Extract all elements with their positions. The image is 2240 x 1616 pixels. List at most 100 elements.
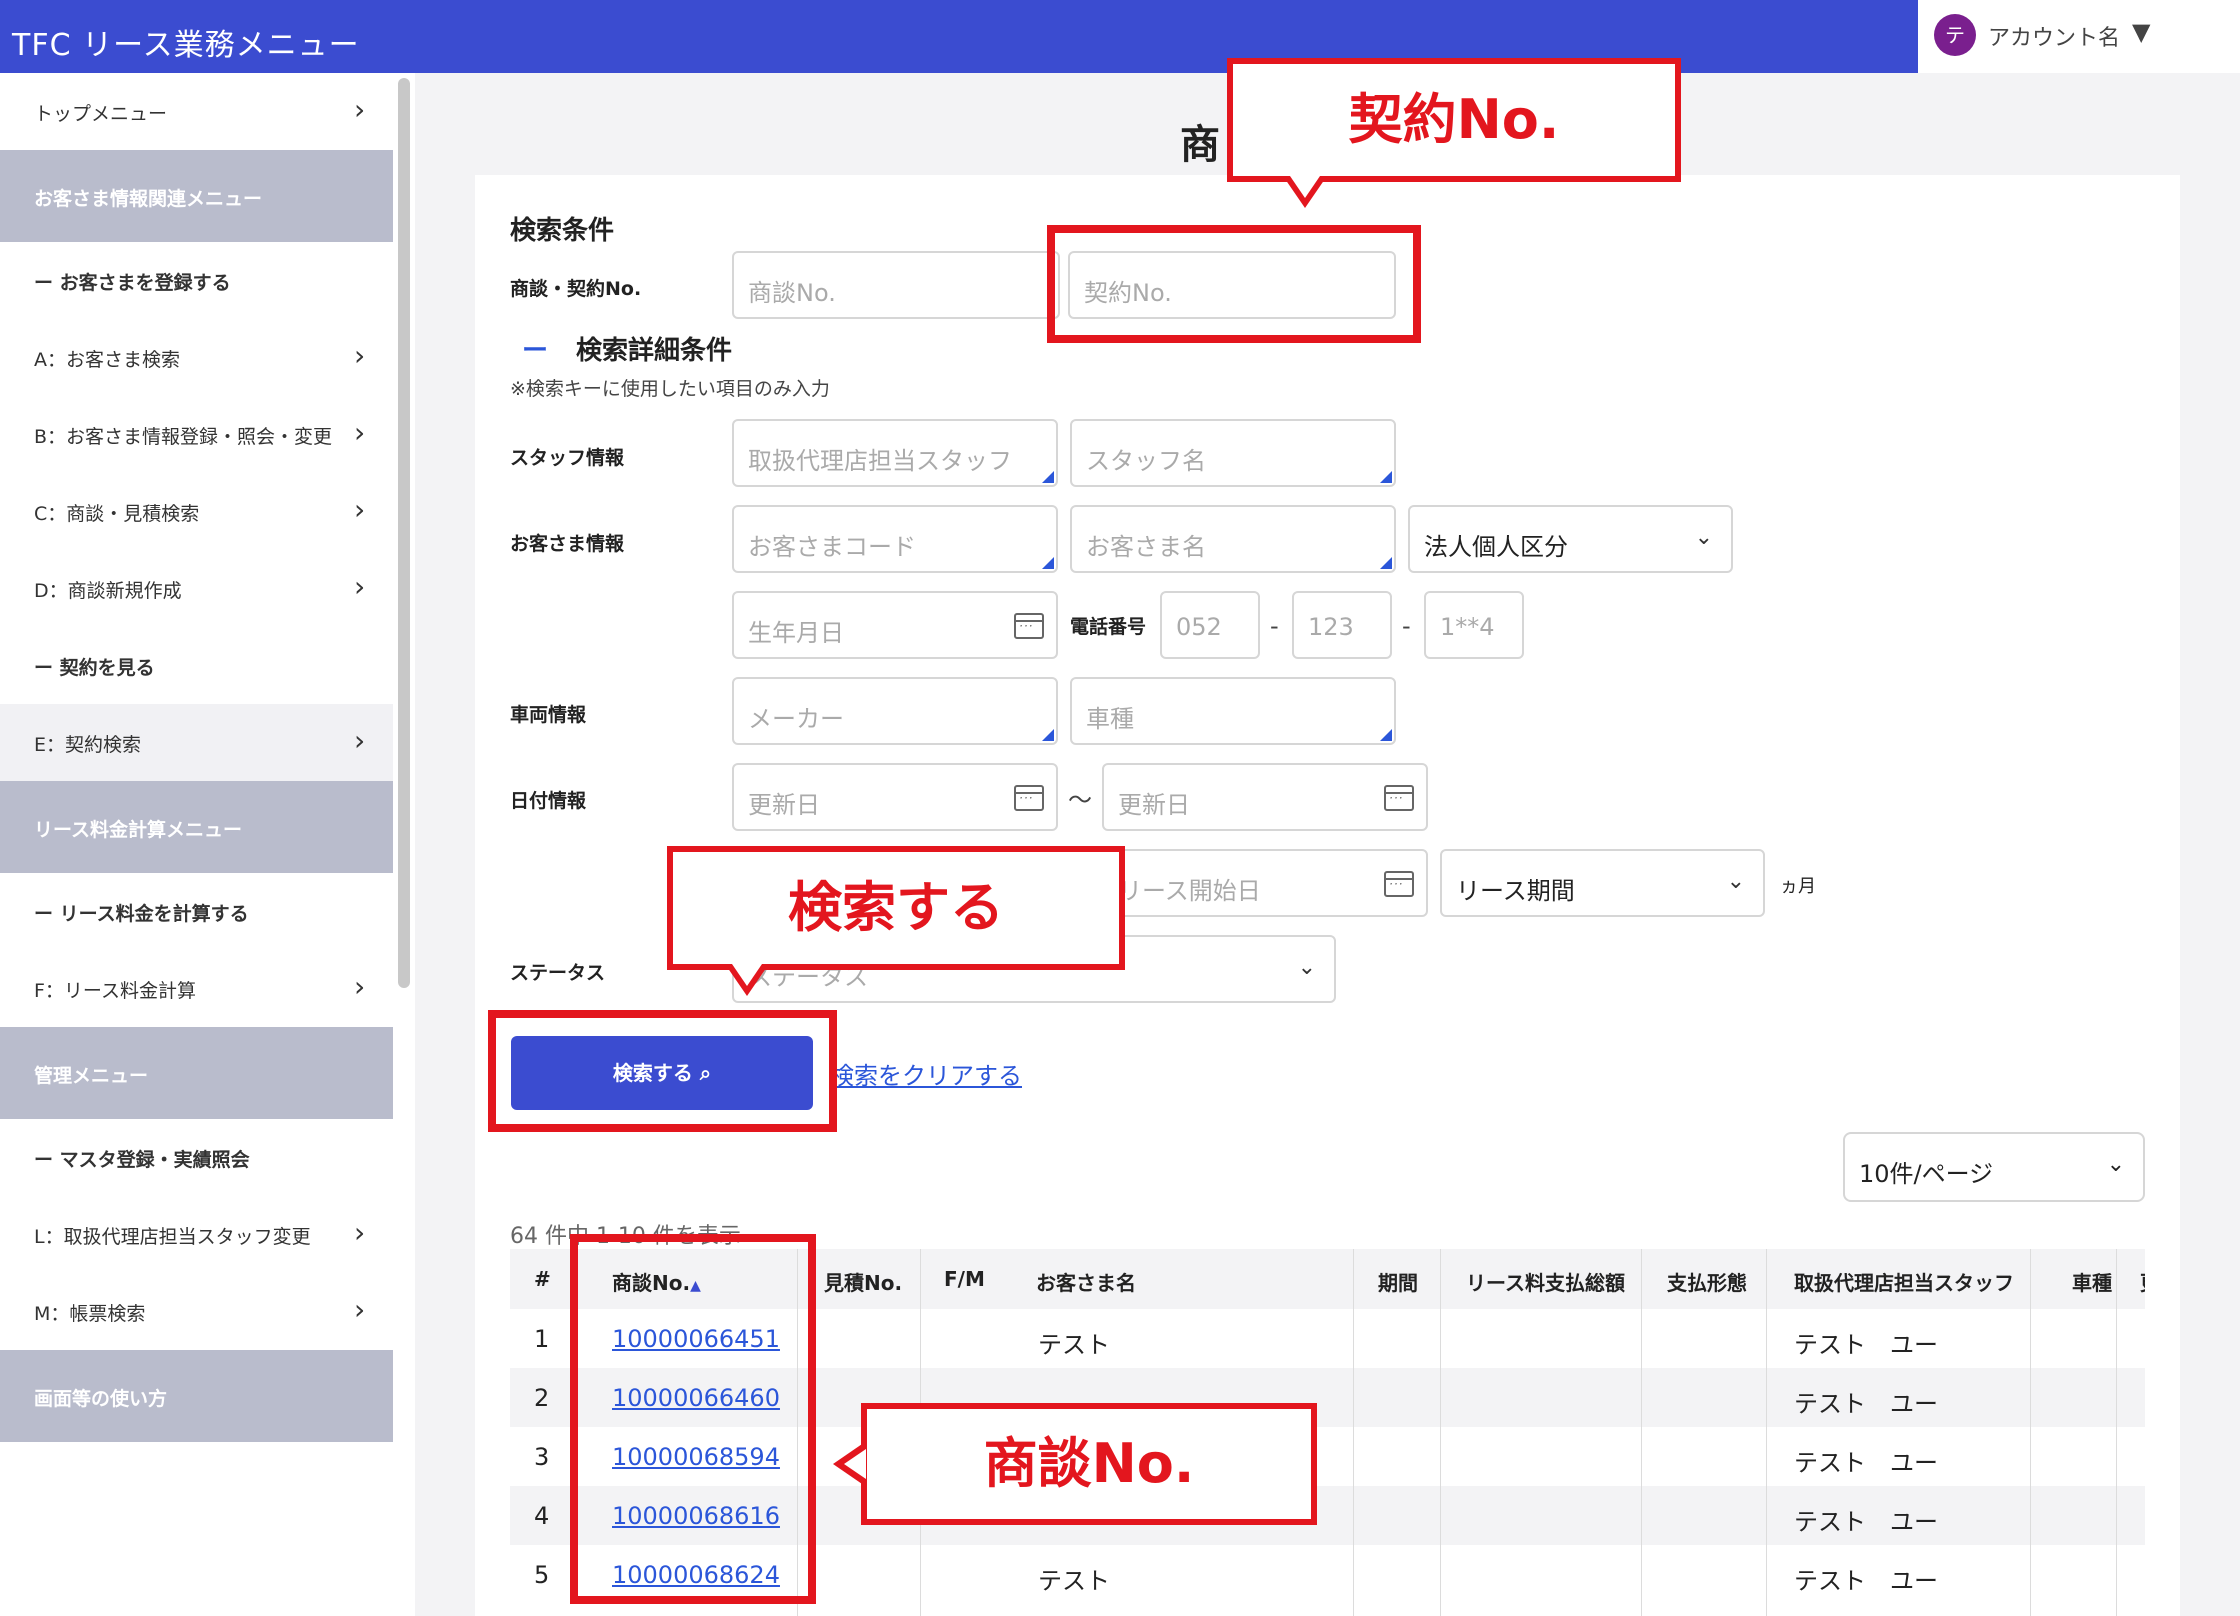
sidebar-scrollbar[interactable]	[398, 78, 410, 988]
sidebar-item-deal-search[interactable]: C：商談・見積検索 ›	[0, 473, 393, 550]
sidebar: トップメニュー › お客さま情報関連メニュー ー お客さまを登録する A：お客さ…	[0, 73, 393, 1453]
customer-name-input[interactable]: お客さま名	[1070, 505, 1396, 573]
deal-no-column-highlight	[570, 1234, 816, 1604]
sidebar-section-help[interactable]: 画面等の使い方	[0, 1350, 393, 1442]
chevron-right-icon: ›	[354, 339, 366, 372]
column-header-payment-type[interactable]: 支払形態	[1667, 1267, 1747, 1296]
sidebar-item-customer-search[interactable]: A：お客さま検索 ›	[0, 319, 393, 396]
phone-part3-input[interactable]: 1**4	[1424, 591, 1524, 659]
chevron-down-icon: ⌄	[1726, 869, 1745, 894]
update-to-placeholder: 更新日	[1118, 791, 1190, 819]
chevron-down-icon: ⌄	[2106, 1152, 2125, 1177]
agent-staff-cell: テスト ユー	[1794, 1567, 1938, 1595]
app-title: TFC リース業務メニュー	[12, 28, 360, 63]
model-input[interactable]: 車種	[1070, 677, 1396, 745]
avatar: テ	[1934, 14, 1976, 56]
column-header-period[interactable]: 期間	[1378, 1267, 1418, 1296]
corp-type-value: 法人個人区分	[1424, 533, 1568, 561]
column-divider	[1641, 1249, 1642, 1616]
column-divider	[2030, 1249, 2031, 1616]
phone-part2-input[interactable]: 123	[1292, 591, 1392, 659]
phone-part2-placeholder: 123	[1308, 613, 1354, 641]
search-conditions-title: 検索条件	[510, 216, 615, 246]
customer-name-placeholder: お客さま名	[1086, 533, 1206, 561]
agent-staff-cell: テスト ユー	[1794, 1331, 1938, 1359]
row-number: 2	[534, 1384, 550, 1412]
collapse-toggle-icon[interactable]: ー	[522, 330, 548, 367]
update-from-input[interactable]: 更新日	[732, 763, 1058, 831]
sidebar-item-report-search[interactable]: M：帳票検索 ›	[0, 1273, 393, 1350]
sidebar-item-lease-calc[interactable]: F：リース料金計算 ›	[0, 950, 393, 1027]
calendar-icon[interactable]	[1014, 613, 1044, 639]
detail-note: ※検索キーに使用したい項目のみ入力	[510, 378, 830, 400]
account-name: アカウント名	[1988, 26, 2121, 51]
column-header-fm[interactable]: F/M	[944, 1267, 985, 1291]
clear-search-link[interactable]: 検索をクリアする	[830, 1056, 1022, 1091]
column-header-agent-staff[interactable]: 取扱代理店担当スタッフ	[1794, 1267, 2014, 1296]
column-header-lease-total[interactable]: リース料支払総額	[1466, 1267, 1625, 1296]
sidebar-item-top-menu[interactable]: トップメニュー ›	[0, 73, 393, 150]
phone-label: 電話番号	[1070, 616, 1147, 638]
sidebar-section-customer: お客さま情報関連メニュー	[0, 150, 393, 242]
calendar-icon[interactable]	[1384, 785, 1414, 811]
customer-name-cell: テスト	[1038, 1567, 1110, 1595]
column-header-customer-name[interactable]: お客さま名	[1036, 1267, 1136, 1296]
deal-no-input[interactable]: 商談No.	[732, 251, 1060, 319]
sidebar-section-label: お客さま情報関連メニュー	[34, 188, 263, 210]
staff-name-placeholder: スタッフ名	[1086, 447, 1206, 475]
sidebar-group-register-customer: ー お客さまを登録する	[0, 242, 393, 319]
agent-staff-cell: テスト ユー	[1794, 1508, 1938, 1536]
search-button-highlight	[488, 1010, 837, 1132]
lease-start-placeholder: リース開始日	[1118, 877, 1261, 905]
sidebar-item-contract-search[interactable]: E：契約検索 ›	[0, 704, 393, 781]
staff-name-input[interactable]: スタッフ名	[1070, 419, 1396, 487]
update-from-placeholder: 更新日	[748, 791, 820, 819]
sidebar-item-label: D：商談新規作成	[34, 580, 182, 602]
per-page-select[interactable]: 10件/ページ ⌄	[1843, 1132, 2145, 1202]
sidebar-item-label: F：リース料金計算	[34, 980, 196, 1002]
sidebar-item-label: E：契約検索	[34, 734, 142, 756]
row-number: 4	[534, 1502, 550, 1530]
account-menu[interactable]: テ アカウント名 ▼	[1918, 0, 2240, 73]
calendar-icon[interactable]	[1014, 785, 1044, 811]
search-callout: 検索する	[667, 846, 1125, 970]
customer-code-input[interactable]: お客さまコード	[732, 505, 1058, 573]
column-header-number: #	[534, 1267, 551, 1291]
phone-part1-placeholder: 052	[1176, 613, 1222, 641]
agent-staff-input[interactable]: 取扱代理店担当スタッフ	[732, 419, 1058, 487]
corp-type-select[interactable]: 法人個人区分 ⌄	[1408, 505, 1733, 573]
chevron-right-icon: ›	[354, 1293, 366, 1326]
sidebar-section-admin: 管理メニュー	[0, 1027, 393, 1119]
update-to-input[interactable]: 更新日	[1102, 763, 1428, 831]
contract-no-callout: 契約No.	[1227, 58, 1681, 182]
birthdate-input[interactable]: 生年月日	[732, 591, 1058, 659]
sidebar-item-customer-register[interactable]: B：お客さま情報登録・照会・変更 ›	[0, 396, 393, 473]
calendar-icon[interactable]	[1384, 871, 1414, 897]
sidebar-item-deal-new[interactable]: D：商談新規作成 ›	[0, 550, 393, 627]
agent-staff-placeholder: 取扱代理店担当スタッフ	[748, 447, 1012, 475]
customer-label: お客さま情報	[510, 533, 625, 555]
column-divider	[1353, 1249, 1354, 1616]
deal-no-placeholder: 商談No.	[748, 279, 836, 307]
chevron-right-icon: ›	[354, 93, 366, 126]
maker-input[interactable]: メーカー	[732, 677, 1058, 745]
status-label: ステータス	[510, 962, 606, 984]
lease-period-select[interactable]: リース期間 ⌄	[1440, 849, 1765, 917]
column-header-model[interactable]: 車種	[2072, 1267, 2112, 1296]
model-placeholder: 車種	[1086, 705, 1134, 733]
column-header-estimate-no[interactable]: 見積No.	[824, 1267, 902, 1296]
chevron-right-icon: ›	[354, 1216, 366, 1249]
sidebar-item-label: C：商談・見積検索	[34, 503, 200, 525]
months-unit: ヵ月	[1780, 876, 1816, 897]
sidebar-item-staff-change[interactable]: L：取扱代理店担当スタッフ変更 ›	[0, 1196, 393, 1273]
column-divider	[2116, 1249, 2117, 1616]
row-number: 3	[534, 1443, 550, 1471]
agent-staff-cell: テスト ユー	[1794, 1390, 1938, 1418]
lease-start-input[interactable]: リース開始日	[1102, 849, 1428, 917]
sidebar-section-label: 管理メニュー	[34, 1065, 149, 1087]
column-header-updated[interactable]: 更	[2140, 1267, 2145, 1296]
chevron-right-icon: ›	[354, 570, 366, 603]
phone-part1-input[interactable]: 052	[1160, 591, 1260, 659]
phone-separator: -	[1270, 612, 1279, 640]
resize-corner-icon	[1042, 557, 1054, 569]
